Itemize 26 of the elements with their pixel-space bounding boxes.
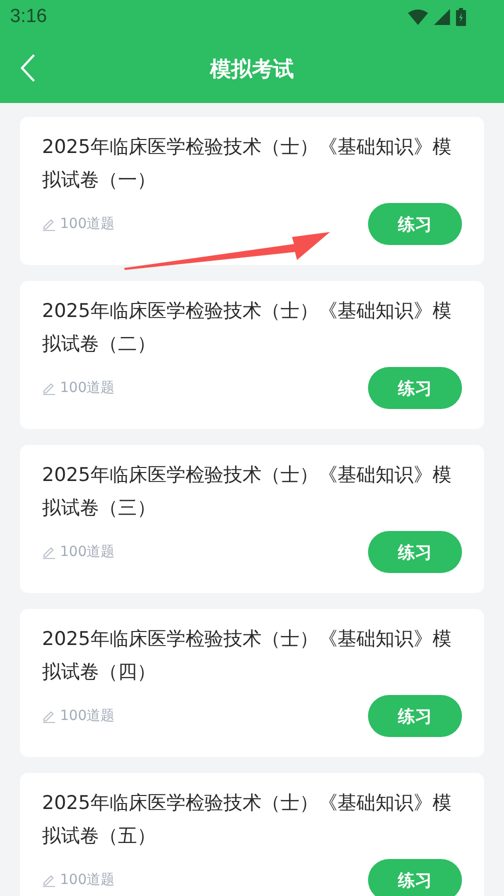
pencil-icon: [42, 545, 56, 559]
exam-title: 2025年临床医学检验技术（士）《基础知识》模拟试卷（三）: [42, 463, 452, 521]
question-count: 100道题: [60, 379, 115, 397]
exam-card[interactable]: 2025年临床医学检验技术（士）《基础知识》模拟试卷（三） 100道题 练习: [20, 445, 484, 593]
exam-card[interactable]: 2025年临床医学检验技术（士）《基础知识》模拟试卷（四） 100道题 练习: [20, 609, 484, 757]
pencil-icon: [42, 217, 56, 231]
exam-title: 2025年临床医学检验技术（士）《基础知识》模拟试卷（四）: [42, 627, 452, 685]
battery-icon: [456, 8, 466, 26]
exam-card[interactable]: 2025年临床医学检验技术（士）《基础知识》模拟试卷（一） 100道题 练习: [20, 117, 484, 265]
exam-card[interactable]: 2025年临床医学检验技术（士）《基础知识》模拟试卷（二） 100道题 练习: [20, 281, 484, 429]
exam-title: 2025年临床医学检验技术（士）《基础知识》模拟试卷（一）: [42, 135, 452, 193]
back-icon[interactable]: [20, 54, 36, 82]
exam-title: 2025年临床医学检验技术（士）《基础知识》模拟试卷（五）: [42, 791, 452, 849]
question-count: 100道题: [60, 707, 115, 725]
exam-card[interactable]: 2025年临床医学检验技术（士）《基础知识》模拟试卷（五） 100道题 练习: [20, 773, 484, 896]
question-count: 100道题: [60, 543, 115, 561]
page-title: 模拟考试: [210, 56, 294, 82]
pencil-icon: [42, 709, 56, 723]
exam-title: 2025年临床医学检验技术（士）《基础知识》模拟试卷（二）: [42, 299, 452, 357]
pencil-icon: [42, 381, 56, 395]
signal-icon: [434, 9, 450, 25]
question-count: 100道题: [60, 215, 115, 233]
wifi-icon: [408, 9, 428, 25]
pencil-icon: [42, 873, 56, 887]
status-time: 3:16: [10, 6, 47, 28]
question-count: 100道题: [60, 871, 115, 889]
